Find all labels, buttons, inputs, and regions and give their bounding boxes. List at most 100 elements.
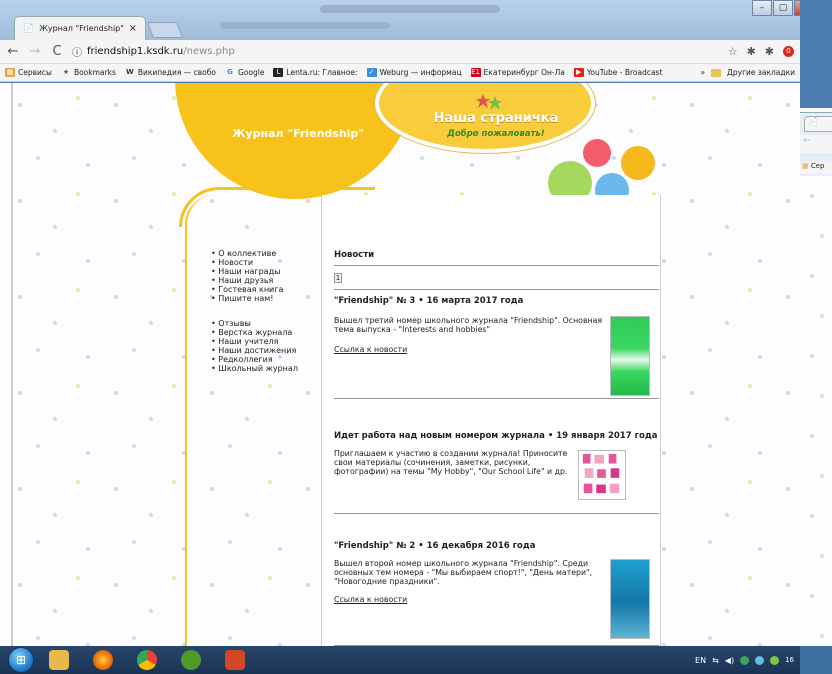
divider xyxy=(334,289,659,290)
nav-link[interactable]: Наши друзья xyxy=(211,276,283,285)
nav-list-main: О коллективе Новости Наши награды Наши д… xyxy=(211,249,283,303)
wikipedia-icon: W xyxy=(125,68,134,76)
page-viewport: Журнал "Friendship" Наша страничка Добро… xyxy=(0,83,800,646)
invitation-image[interactable] xyxy=(578,450,626,500)
reload-icon[interactable]: C xyxy=(50,44,64,59)
tray-app-icon[interactable] xyxy=(740,655,750,665)
magazine-cover-image[interactable] xyxy=(610,316,650,396)
nav-link[interactable]: Наши учителя xyxy=(211,337,298,346)
decor-circle-orange xyxy=(621,146,655,180)
taskbar-app[interactable] xyxy=(84,648,122,672)
folder-icon xyxy=(711,68,722,77)
taskbar-app[interactable] xyxy=(40,648,78,672)
minimize-button[interactable]: – xyxy=(752,0,772,16)
site-navigation: О коллективе Новости Наши награды Наши д… xyxy=(185,195,321,646)
blurred-window-title xyxy=(320,5,500,13)
firefox-icon xyxy=(93,650,113,670)
news-link[interactable]: Ссылка к новости xyxy=(334,595,407,604)
adblock-icon[interactable]: 0 xyxy=(783,46,794,57)
browser-tab[interactable]: 📄 Журнал "Friendship" × xyxy=(14,16,146,40)
nav-link[interactable]: Пишите нам! xyxy=(211,294,283,303)
blurred-background-tabs xyxy=(220,22,390,29)
clock[interactable]: 16 xyxy=(785,656,794,664)
nav-link[interactable]: Верстка журнала xyxy=(211,328,298,337)
news-title: "Friendship" № 3 • 16 марта 2017 года xyxy=(334,296,524,306)
divider xyxy=(334,398,659,399)
bookmark-item[interactable]: W Википедия — свобо xyxy=(125,68,216,77)
nav-list-secondary: Отзывы Верстка журнала Наши учителя Наши… xyxy=(211,319,298,373)
google-icon: G xyxy=(227,68,233,76)
nav-link[interactable]: Гостевая книга xyxy=(211,285,283,294)
windows-start-icon[interactable]: ⊞ xyxy=(8,647,34,673)
tray-app-icon[interactable] xyxy=(770,655,780,665)
nav-link[interactable]: Отзывы xyxy=(211,319,298,328)
forward-arrow-icon[interactable]: → xyxy=(28,44,42,59)
divider xyxy=(334,265,659,266)
news-link[interactable]: Ссылка к новости xyxy=(334,345,407,354)
bookmark-item[interactable]: L Lenta.ru: Главное: xyxy=(273,68,358,77)
desktop-background xyxy=(800,0,832,108)
language-indicator[interactable]: EN xyxy=(695,656,706,665)
magazine-cover-image[interactable] xyxy=(610,559,650,639)
extension-icon[interactable]: ✱ xyxy=(765,45,774,58)
back-arrow-icon[interactable]: ← xyxy=(803,135,811,146)
bookmark-star-icon[interactable]: ☆ xyxy=(728,45,738,58)
nav-link[interactable]: Новости xyxy=(211,258,283,267)
news-title: Идет работа над новым номером журнала • … xyxy=(334,431,658,441)
divider xyxy=(334,513,659,514)
back-arrow-icon[interactable]: ← xyxy=(6,44,20,59)
nav-link[interactable]: Школьный журнал xyxy=(211,364,298,373)
page-scroll-edge xyxy=(11,83,13,646)
tray-app-icon[interactable] xyxy=(755,655,765,665)
network-icon[interactable]: ⇆ xyxy=(712,656,719,665)
section-title: Новости xyxy=(334,250,375,260)
other-bookmarks[interactable]: Другие закладки xyxy=(727,68,795,77)
extension-icon[interactable]: ✱ xyxy=(747,45,756,58)
tab-close-icon[interactable]: × xyxy=(129,23,137,34)
apps-icon: ▦ xyxy=(802,162,809,170)
page-viewport xyxy=(800,176,832,646)
nav-link[interactable]: Редколлегия xyxy=(211,355,298,364)
browser-titlebar: 📄 Журнал "Friendship" × – ▢ ✕ xyxy=(0,0,832,40)
new-tab-button[interactable] xyxy=(147,22,183,38)
address-path: /news.php xyxy=(183,46,235,57)
bookmark-item[interactable]: E1 Екатеринбург Он-Ла xyxy=(470,68,565,77)
taskbar-app[interactable] xyxy=(172,648,210,672)
bookmark-item[interactable]: G Google xyxy=(225,68,264,77)
windows-taskbar: ⊞ EN ⇆ ◀) 16 xyxy=(0,646,800,674)
system-tray: EN ⇆ ◀) 16 xyxy=(695,655,800,665)
bookmark-item[interactable]: ▦ Сервисы xyxy=(5,68,52,77)
nav-link[interactable]: Наши достижения xyxy=(211,346,298,355)
background-browser-window[interactable]: 📄 ← ▦ Сер xyxy=(800,0,832,646)
pagination-page[interactable]: 1 xyxy=(334,273,342,283)
bookmark-item[interactable]: ✓ Weburg — информац xyxy=(366,68,462,77)
bookmark-item[interactable]: ▶ YouTube - Broadcast xyxy=(573,68,662,77)
browser-toolbar: ← → C ⓘ friendship1.ksdk.ru/news.php ☆ ✱… xyxy=(0,40,800,64)
info-icon[interactable]: ⓘ xyxy=(72,44,82,59)
maximize-button[interactable]: ▢ xyxy=(773,0,793,16)
site-container: Журнал "Friendship" Наша страничка Добро… xyxy=(175,83,661,646)
stars-logo-icon xyxy=(476,94,502,110)
address-bar[interactable]: ⓘ friendship1.ksdk.ru/news.php xyxy=(72,43,720,61)
address-host: friendship1.ksdk.ru xyxy=(87,46,184,57)
browser-tab[interactable]: 📄 xyxy=(804,116,832,132)
file-explorer-icon xyxy=(49,650,69,670)
news-text: Вышел третий номер школьного журнала "Fr… xyxy=(334,316,603,334)
bookmark-item[interactable]: ★ Bookmarks xyxy=(61,68,116,77)
taskbar-app[interactable] xyxy=(128,648,166,672)
page-icon: 📄 xyxy=(23,23,35,34)
decor-circle-red xyxy=(583,139,611,167)
bookmarks-bar: ▦ Сер xyxy=(800,162,832,174)
badge-title: Наша страничка xyxy=(433,111,559,126)
taskbar-app[interactable] xyxy=(216,648,254,672)
volume-icon[interactable]: ◀) xyxy=(725,656,734,665)
news-text: Приглашаем к участию в создании журнала!… xyxy=(334,449,568,476)
e1-icon: E1 xyxy=(470,68,481,77)
bookmarks-bar: ▦ Сервисы ★ Bookmarks W Википедия — свобо G… xyxy=(0,64,800,82)
site-title: Журнал "Friendship" xyxy=(231,127,365,140)
nav-link[interactable]: О коллективе xyxy=(211,249,283,258)
weburg-icon: ✓ xyxy=(366,68,377,77)
nav-link[interactable]: Наши награды xyxy=(211,267,283,276)
bookmarks-more-button[interactable]: » xyxy=(700,68,705,77)
youtube-icon: ▶ xyxy=(573,68,584,77)
